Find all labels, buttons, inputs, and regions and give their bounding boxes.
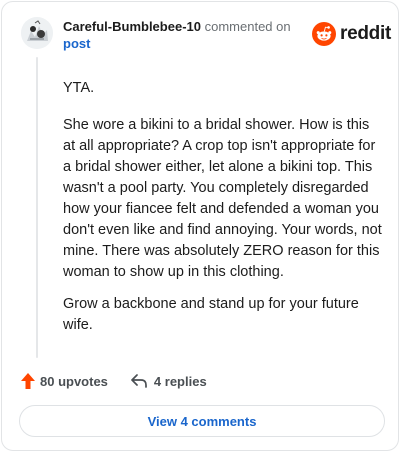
comment-author[interactable]: Careful-Bumblebee-10	[63, 19, 201, 34]
comment-paragraph: YTA.	[63, 80, 95, 96]
reply-arrow-icon	[131, 374, 147, 388]
reply-count: 4 replies	[153, 373, 207, 389]
post-link[interactable]: post	[63, 36, 90, 52]
upvote-button[interactable]: 80 upvotes	[20, 372, 108, 390]
reddit-wordmark: reddit	[340, 23, 391, 44]
reddit-logo[interactable]: reddit	[312, 22, 391, 46]
upvote-count: 80 upvotes	[40, 373, 108, 389]
comment-actions: 80 upvotes 4 replies	[20, 371, 207, 391]
comment-paragraph: She wore a bikini to a bridal shower. Ho…	[63, 117, 382, 280]
upvote-arrow-icon	[21, 373, 35, 389]
comment-card: Careful-Bumblebee-10 commented on post r…	[1, 1, 399, 451]
avatar[interactable]	[21, 17, 53, 49]
comment-body: YTA. She wore a bikini to a bridal showe…	[63, 78, 385, 347]
reddit-logo-icon	[312, 22, 336, 46]
avatar-icon	[21, 17, 53, 49]
replies-button[interactable]: 4 replies	[130, 373, 207, 389]
comment-paragraph: Grow a backbone and stand up for your fu…	[63, 296, 359, 333]
comment-header: Careful-Bumblebee-10 commented on	[63, 19, 291, 35]
view-comments-button[interactable]: View 4 comments	[19, 405, 385, 437]
thread-line	[36, 57, 38, 358]
commented-on-text: commented on	[204, 19, 291, 34]
